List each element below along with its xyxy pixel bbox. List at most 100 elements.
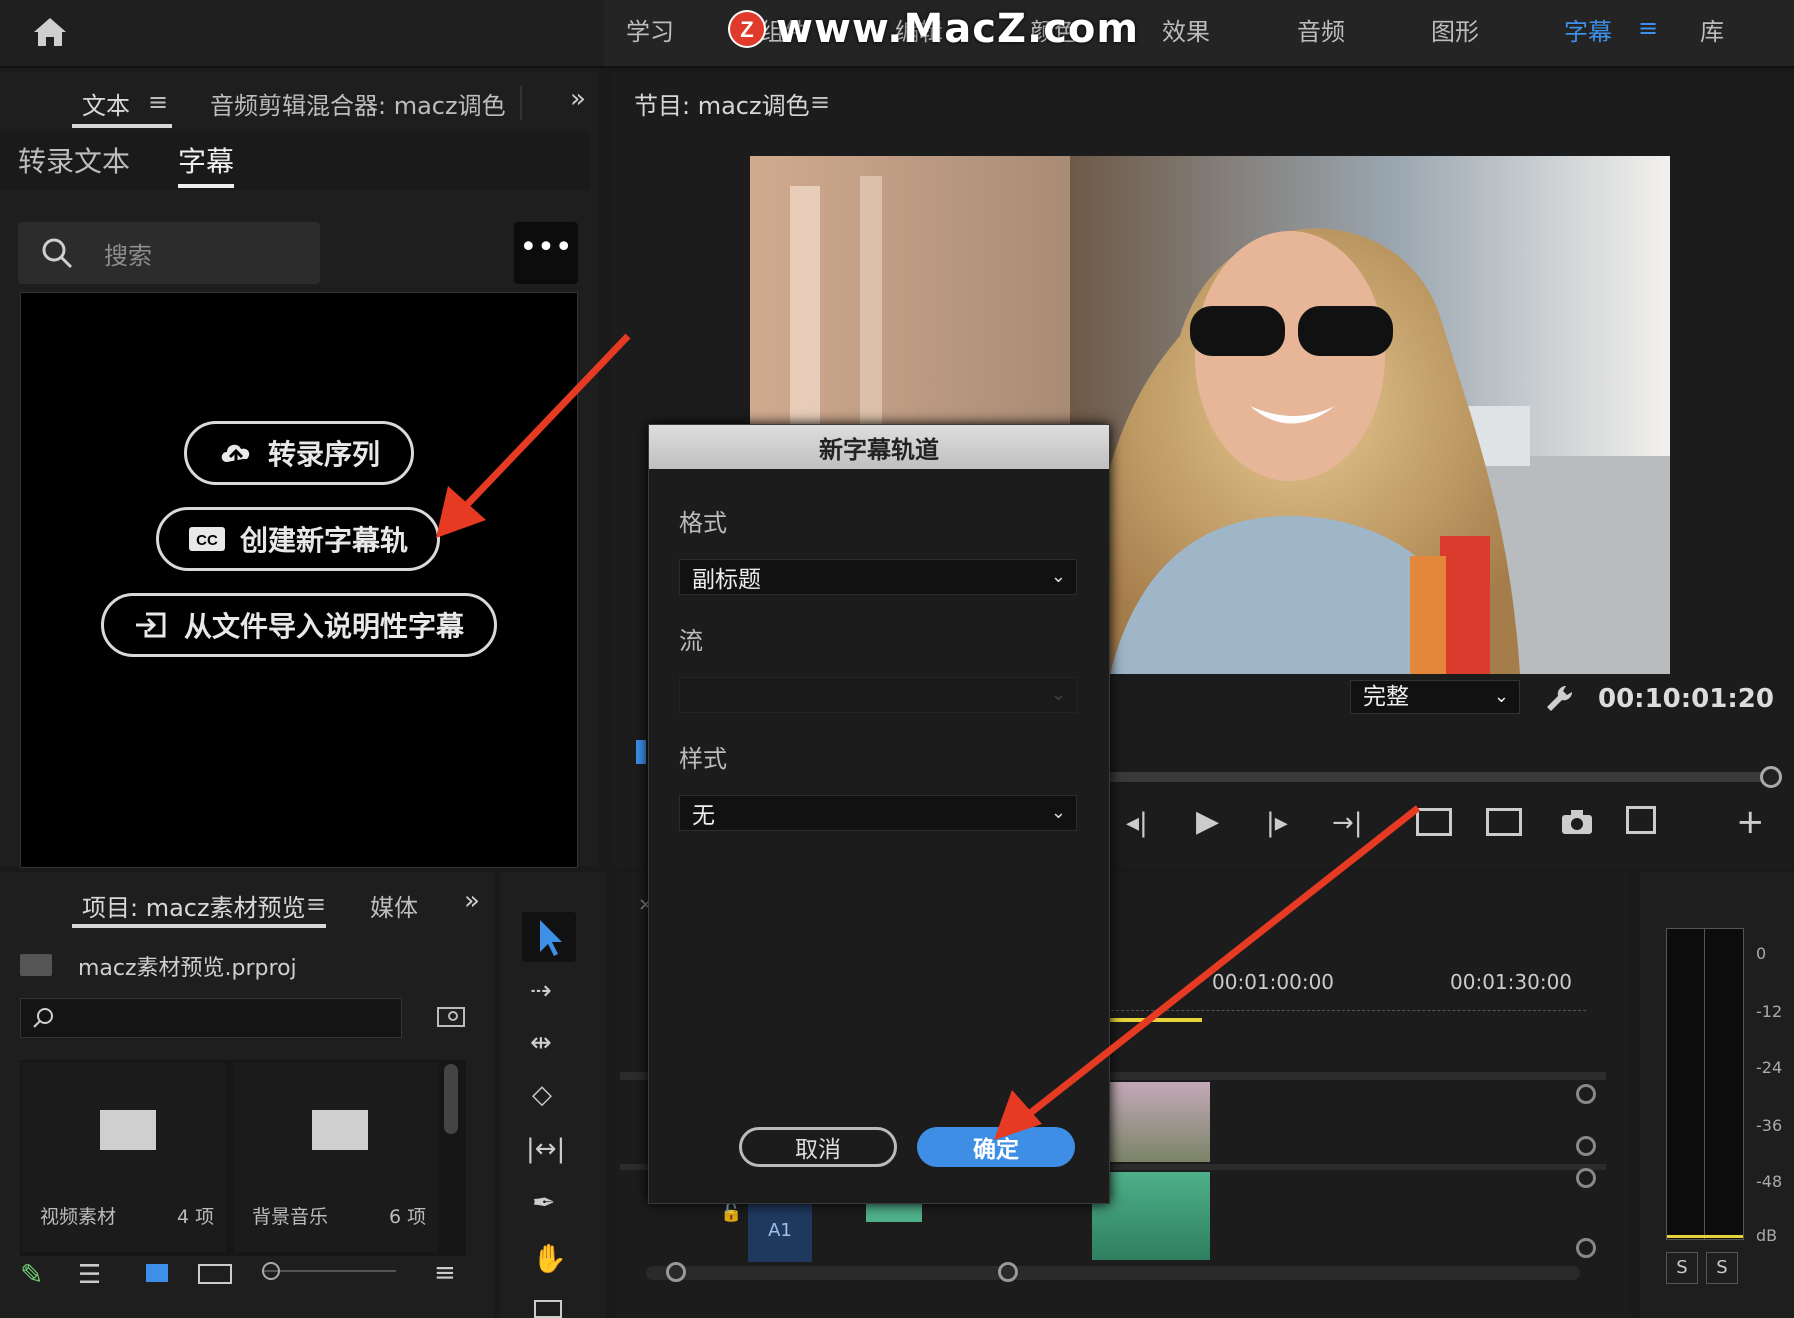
transcribe-sequence-button[interactable]: 转录序列 bbox=[184, 421, 414, 485]
sort-icon[interactable]: ≡ bbox=[434, 1258, 456, 1288]
overwrite-icon[interactable] bbox=[1486, 808, 1522, 836]
search-input[interactable]: 搜索 bbox=[18, 222, 320, 284]
pen-icon[interactable]: ✒ bbox=[532, 1186, 555, 1219]
type-tool-icon[interactable] bbox=[534, 1300, 562, 1318]
tab-media[interactable]: 媒体 bbox=[370, 888, 418, 923]
list-view-icon[interactable]: ☰ bbox=[78, 1260, 101, 1290]
meter-divider bbox=[1704, 929, 1705, 1239]
slip-icon[interactable]: |↔| bbox=[526, 1134, 565, 1164]
program-title[interactable]: 节目: macz调色 bbox=[634, 86, 810, 121]
pencil-icon[interactable]: ✎ bbox=[20, 1258, 43, 1291]
go-to-out-icon[interactable]: →| bbox=[1332, 808, 1363, 838]
playhead-marker[interactable] bbox=[636, 740, 646, 764]
time-label: 00:01:00:00 bbox=[1212, 970, 1335, 994]
svg-text:Z: Z bbox=[740, 17, 753, 42]
track-scroll-handle[interactable] bbox=[1576, 1084, 1596, 1104]
program-timecode[interactable]: 00:10:01:20 bbox=[1598, 684, 1774, 714]
bin-count: 4 项 bbox=[177, 1206, 215, 1228]
tab-divider bbox=[520, 86, 522, 120]
playback-quality-select[interactable]: 完整 ⌄ bbox=[1350, 680, 1520, 714]
workspace-graphics[interactable]: 图形 bbox=[1431, 12, 1479, 47]
project-search-input[interactable] bbox=[20, 998, 402, 1038]
tab-text-menu-icon[interactable]: ≡ bbox=[148, 88, 168, 116]
workspace-audio[interactable]: 音频 bbox=[1297, 12, 1345, 47]
project-file-icon bbox=[20, 954, 52, 976]
work-area-bar[interactable] bbox=[1106, 1018, 1202, 1022]
cancel-button[interactable]: 取消 bbox=[739, 1127, 897, 1167]
bin-scrollbar[interactable] bbox=[444, 1064, 458, 1134]
import-captions-label: 从文件导入说明性字幕 bbox=[183, 610, 464, 643]
find-icon[interactable] bbox=[436, 1004, 466, 1030]
workspace-menu-icon[interactable]: ≡ bbox=[1638, 14, 1658, 42]
home-icon[interactable] bbox=[28, 10, 72, 54]
track-scroll-handle[interactable] bbox=[1576, 1168, 1596, 1188]
audio-clip[interactable] bbox=[866, 1202, 922, 1222]
panel-overflow-icon[interactable]: » bbox=[570, 84, 586, 114]
folder-icon bbox=[312, 1110, 368, 1150]
import-icon bbox=[135, 612, 166, 638]
track-scroll-handle[interactable] bbox=[1576, 1238, 1596, 1258]
razor-icon[interactable]: ◇ bbox=[532, 1080, 552, 1110]
track-label-a1[interactable]: A1 bbox=[748, 1198, 812, 1262]
audio-meter: 0 -12 -24 -36 -48 dB S S bbox=[1640, 872, 1794, 1318]
solo-right-button[interactable]: S bbox=[1706, 1252, 1738, 1284]
search-placeholder: 搜索 bbox=[104, 242, 152, 270]
program-menu-icon[interactable]: ≡ bbox=[810, 88, 830, 116]
selection-tool[interactable] bbox=[522, 912, 576, 962]
compare-view-icon[interactable] bbox=[1626, 806, 1656, 834]
tab-project-menu-icon[interactable]: ≡ bbox=[306, 890, 326, 918]
zoom-slider[interactable] bbox=[262, 1270, 396, 1272]
play-icon[interactable]: ▶ bbox=[1196, 804, 1219, 839]
bin-grid: 视频素材 4 项 背景音乐 6 项 bbox=[20, 1060, 466, 1256]
scroll-handle[interactable] bbox=[1760, 766, 1782, 788]
lock-icon[interactable]: 🔓 bbox=[720, 1202, 742, 1223]
arrow-cursor-icon bbox=[540, 920, 562, 956]
camera-icon[interactable] bbox=[1560, 808, 1594, 836]
project-overflow-icon[interactable]: » bbox=[464, 886, 480, 916]
video-clip[interactable] bbox=[1108, 1082, 1210, 1162]
more-options-button[interactable]: ••• bbox=[514, 222, 578, 284]
stream-select: ⌄ bbox=[679, 677, 1077, 713]
solo-left-button[interactable]: S bbox=[1666, 1252, 1698, 1284]
bin-video[interactable]: 视频素材 4 项 bbox=[22, 1062, 226, 1252]
tab-audio-mixer[interactable]: 音频剪辑混合器: macz调色 bbox=[210, 86, 506, 121]
workspace-captions[interactable]: 字幕 bbox=[1564, 12, 1612, 47]
timeline-scroll-end[interactable] bbox=[998, 1262, 1018, 1282]
create-caption-track-button[interactable]: CC 创建新字幕轨 bbox=[156, 507, 440, 571]
wrench-icon[interactable] bbox=[1544, 682, 1576, 714]
ok-button[interactable]: 确定 bbox=[917, 1127, 1075, 1167]
tab-text[interactable]: 文本 bbox=[82, 86, 130, 121]
chevron-down-icon: ⌄ bbox=[1050, 802, 1066, 823]
meter-label: dB bbox=[1756, 1226, 1778, 1245]
subtab-captions[interactable]: 字幕 bbox=[178, 140, 234, 180]
tab-project[interactable]: 项目: macz素材预览 bbox=[82, 888, 306, 923]
timeline-scrollbar[interactable] bbox=[646, 1266, 1580, 1280]
meter-channels bbox=[1666, 928, 1744, 1240]
step-forward-icon[interactable]: |▸ bbox=[1266, 808, 1288, 838]
format-label: 格式 bbox=[679, 509, 727, 537]
time-label: 00:01:30:00 bbox=[1450, 970, 1573, 994]
import-captions-button[interactable]: 从文件导入说明性字幕 bbox=[101, 593, 497, 657]
insert-icon[interactable] bbox=[1416, 808, 1452, 836]
workspace-libraries[interactable]: 库 bbox=[1700, 12, 1724, 47]
meter-label: -24 bbox=[1756, 1058, 1783, 1077]
freeform-view-icon[interactable] bbox=[198, 1264, 232, 1284]
format-select[interactable]: 副标题 ⌄ bbox=[679, 559, 1077, 595]
add-button-icon[interactable]: + bbox=[1736, 802, 1765, 842]
track-select-icon[interactable]: ⇢ bbox=[530, 976, 552, 1006]
bin-music[interactable]: 背景音乐 6 项 bbox=[234, 1062, 438, 1252]
subtab-transcript[interactable]: 转录文本 bbox=[18, 140, 130, 180]
timeline-scroll-start[interactable] bbox=[666, 1262, 686, 1282]
style-select[interactable]: 无 ⌄ bbox=[679, 795, 1077, 831]
workspace-effects[interactable]: 效果 bbox=[1162, 12, 1210, 47]
track-scroll-handle[interactable] bbox=[1576, 1136, 1596, 1156]
zoom-slider-handle[interactable] bbox=[262, 1262, 280, 1280]
search-icon bbox=[42, 238, 73, 269]
tab-active-indicator bbox=[72, 124, 172, 128]
playback-quality-value: 完整 bbox=[1363, 684, 1409, 710]
ripple-edit-icon[interactable]: ⇹ bbox=[530, 1028, 552, 1058]
workspace-learn[interactable]: 学习 bbox=[626, 12, 674, 47]
icon-view-icon[interactable] bbox=[146, 1264, 168, 1282]
step-back-icon[interactable]: ◂| bbox=[1126, 808, 1148, 838]
hand-icon[interactable]: ✋ bbox=[532, 1242, 567, 1275]
